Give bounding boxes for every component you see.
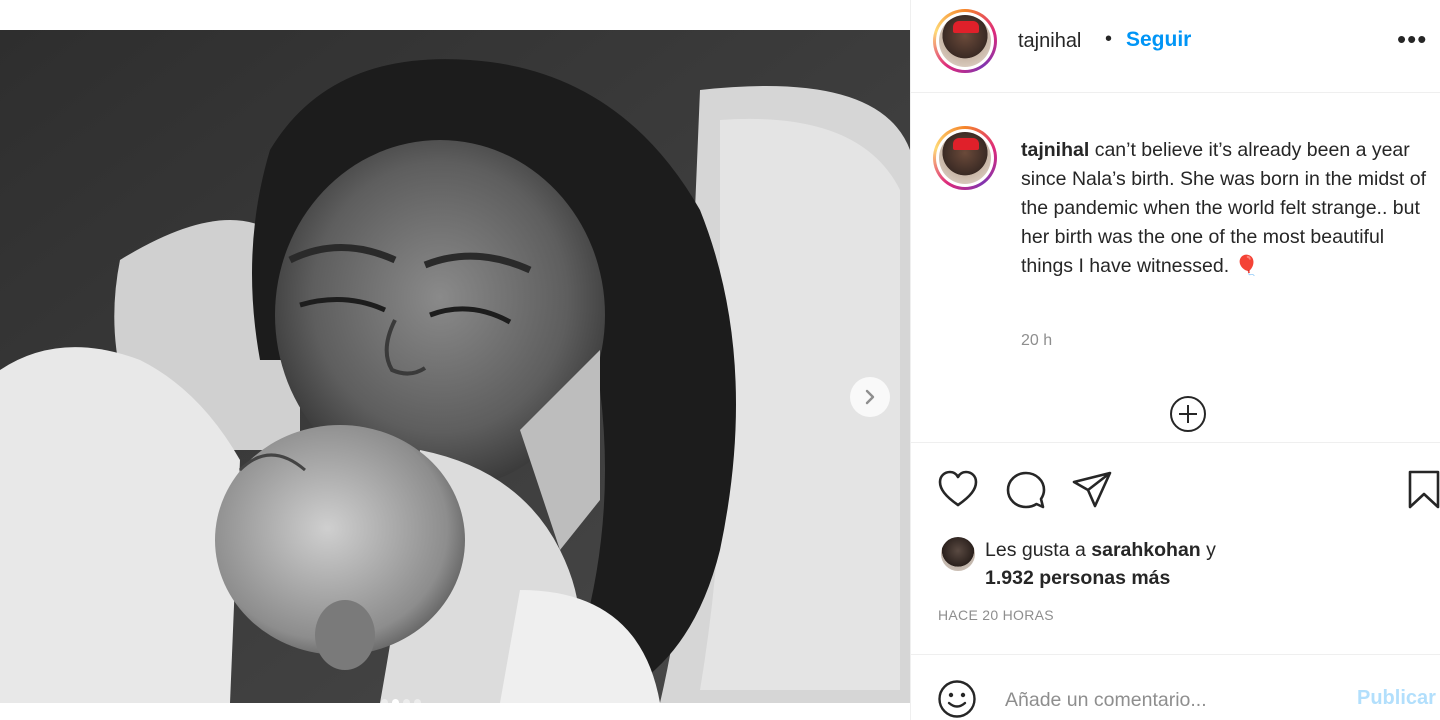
top-background: [0, 0, 910, 30]
comment-icon[interactable]: [1005, 469, 1047, 511]
likes-count[interactable]: 1.932 personas más: [985, 567, 1170, 590]
bookmark-icon[interactable]: [1407, 469, 1440, 511]
post-caption: tajnihal can’t believe it’s already been…: [1021, 136, 1436, 281]
comment-input[interactable]: [1005, 683, 1325, 717]
author-username[interactable]: tajnihal: [1018, 30, 1081, 53]
likes-summary: Les gusta a sarahkohan y: [985, 539, 1216, 562]
bottom-background: [0, 703, 910, 720]
post-actions: Les gusta a sarahkohan y 1.932 personas …: [911, 442, 1440, 654]
follow-button[interactable]: Seguir: [1126, 28, 1191, 52]
post-timestamp[interactable]: HACE 20 HORAS: [938, 607, 1054, 623]
emoji-icon[interactable]: [937, 679, 977, 719]
next-slide-button[interactable]: [850, 377, 890, 417]
caption-username[interactable]: tajnihal: [1021, 139, 1089, 161]
publish-button[interactable]: Publicar: [1357, 687, 1436, 710]
heart-icon[interactable]: [937, 469, 979, 509]
likes-prefix: Les gusta a: [985, 539, 1086, 561]
author-avatar[interactable]: [933, 9, 997, 73]
plus-circle-icon[interactable]: [1169, 395, 1207, 433]
send-icon[interactable]: [1071, 469, 1113, 511]
avatar-image: [939, 15, 991, 67]
instagram-post-view: tajnihal • Seguir ••• tajnihal can’t bel…: [0, 0, 1440, 720]
more-options-icon[interactable]: •••: [1397, 24, 1427, 55]
likes-conjunction: y: [1206, 539, 1216, 561]
liker-avatar[interactable]: [941, 537, 975, 571]
separator-dot: •: [1105, 28, 1113, 50]
caption-timestamp: 20 h: [1021, 332, 1053, 349]
photo-image: [0, 30, 910, 703]
caption-author-avatar[interactable]: [933, 126, 997, 190]
avatar-image: [939, 132, 991, 184]
balloon-emoji: 🎈: [1234, 255, 1259, 277]
post-photo[interactable]: [0, 30, 910, 703]
liker-username[interactable]: sarahkohan: [1091, 539, 1200, 561]
chevron-right-icon: [865, 389, 875, 405]
comment-bar: Publicar: [911, 654, 1440, 720]
post-header: tajnihal • Seguir •••: [911, 0, 1440, 93]
post-side-panel: tajnihal • Seguir ••• tajnihal can’t bel…: [910, 0, 1440, 720]
